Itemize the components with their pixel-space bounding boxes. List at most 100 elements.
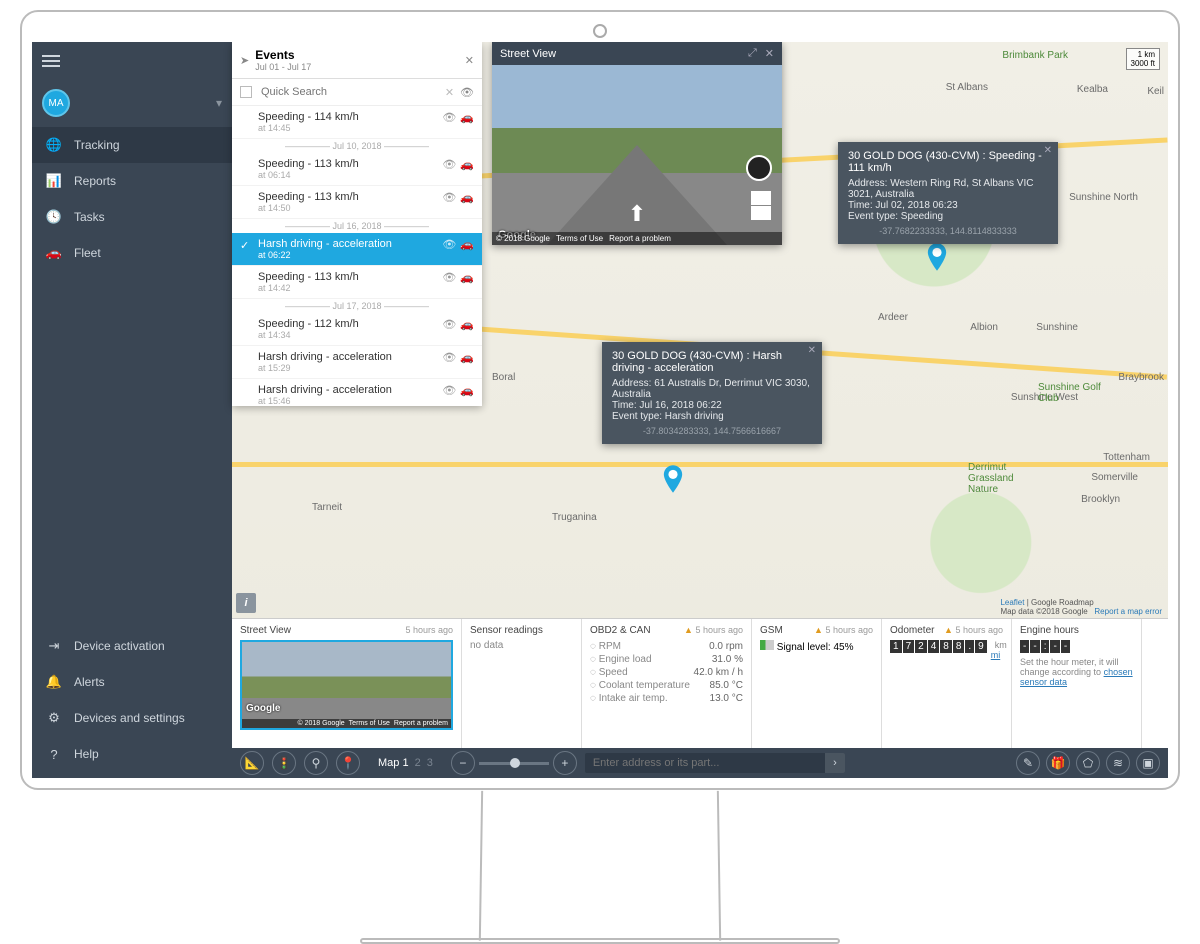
map-tab-2[interactable]: 2: [415, 757, 421, 769]
map-marker[interactable]: [926, 242, 948, 272]
leaflet-link[interactable]: Leaflet: [1000, 598, 1024, 607]
map-tabs: Map 1 2 3: [378, 757, 433, 769]
events-list[interactable]: Speeding - 114 km/hat 14:45👁🚗————— Jul 1…: [232, 106, 482, 406]
visibility-icon[interactable]: 👁: [442, 111, 456, 124]
popup-type: Event type: Speeding: [848, 211, 1048, 222]
nav-label: Devices and settings: [74, 711, 185, 725]
search-go-button[interactable]: ›: [825, 753, 845, 773]
event-popup-harsh: ✕ 30 GOLD DOG (430-CVM) : Harsh driving …: [602, 342, 822, 444]
gift-button[interactable]: 🎁: [1046, 751, 1070, 775]
zoom-in-button[interactable]: +: [553, 751, 577, 775]
location-button[interactable]: 📍: [336, 751, 360, 775]
layers-button[interactable]: ≋: [1106, 751, 1130, 775]
user-menu[interactable]: MA ▾: [32, 79, 232, 127]
map-tab-3[interactable]: 3: [427, 757, 433, 769]
map-label: Brooklyn: [1081, 494, 1120, 505]
widget-gsm[interactable]: GSM▲ 5 hours ago Signal level: 45%: [752, 619, 882, 748]
chevron-down-icon: ▾: [216, 96, 222, 110]
popup-time: Time: Jul 16, 2018 06:22: [612, 400, 812, 411]
menu-icon[interactable]: [42, 52, 60, 66]
nav-label: Tasks: [74, 210, 105, 224]
zoom-slider[interactable]: [479, 762, 549, 765]
nav-settings[interactable]: ⚙ Devices and settings: [32, 700, 232, 736]
popup-coords: -37.8034283333, 144.7566616667: [612, 426, 812, 436]
nav-label: Reports: [74, 174, 116, 188]
event-item[interactable]: Speeding - 114 km/hat 14:45👁🚗: [232, 106, 482, 139]
select-all-checkbox[interactable]: [240, 86, 252, 98]
map-marker-selected[interactable]: [662, 464, 684, 494]
widget-streetview[interactable]: Street View5 hours ago Google © 2018 Goo…: [232, 619, 462, 748]
close-icon[interactable]: ✕: [465, 54, 474, 67]
nav-device-activation[interactable]: ⇥ Device activation: [32, 628, 232, 664]
map-attribution: Leaflet | Google Roadmap Map data ©2018 …: [1000, 598, 1162, 616]
nav-label: Help: [74, 747, 99, 761]
visibility-icon[interactable]: 👁: [442, 191, 456, 204]
nav-reports[interactable]: 📊 Reports: [32, 163, 232, 199]
widget-odometer[interactable]: Odometer▲ 5 hours ago 172488.9 kmmi: [882, 619, 1012, 748]
visibility-icon[interactable]: 👁: [442, 158, 456, 171]
map-tab-1[interactable]: Map 1: [378, 757, 409, 769]
unit-toggle[interactable]: mi: [991, 650, 1007, 660]
close-icon[interactable]: ✕: [808, 345, 816, 356]
visibility-icon[interactable]: 👁: [442, 271, 456, 284]
visibility-icon[interactable]: 👁: [442, 351, 456, 364]
streetview-zoom: + −: [750, 190, 772, 221]
info-button[interactable]: i: [236, 593, 256, 613]
search-input[interactable]: [258, 83, 439, 101]
fullscreen-button[interactable]: ▣: [1136, 751, 1160, 775]
close-icon[interactable]: ✕: [765, 47, 774, 60]
event-item[interactable]: Speeding - 113 km/hat 06:14👁🚗: [232, 153, 482, 186]
widget-engine-hours[interactable]: Engine hours --:-- Set the hour meter, i…: [1012, 619, 1142, 748]
event-item[interactable]: Harsh driving - accelerationat 06:22👁🚗: [232, 233, 482, 266]
events-title: Events: [255, 48, 311, 62]
close-icon[interactable]: ✕: [1044, 145, 1052, 156]
event-item[interactable]: Speeding - 113 km/hat 14:50👁🚗: [232, 186, 482, 219]
clear-icon[interactable]: ✕: [445, 86, 454, 99]
report-link[interactable]: Report a problem: [609, 234, 671, 243]
map-label: Tarneit: [312, 502, 342, 513]
streetview-image[interactable]: ⬆ + − Google © 2018 Google Terms of Use …: [492, 65, 782, 245]
widget-streetview-image[interactable]: Google © 2018 GoogleTerms of UseReport a…: [240, 640, 453, 730]
compass-icon[interactable]: [746, 155, 772, 181]
event-item[interactable]: Harsh driving - accelerationat 15:46👁🚗: [232, 379, 482, 406]
sidebar: MA ▾ 🌐 Tracking 📊 Reports 🕓 Tasks 🚗 Flee…: [32, 42, 232, 778]
event-item[interactable]: Speeding - 112 km/hat 14:34👁🚗: [232, 313, 482, 346]
nav-tasks[interactable]: 🕓 Tasks: [32, 199, 232, 235]
event-item[interactable]: Harsh driving - accelerationat 15:29👁🚗: [232, 346, 482, 379]
map-label: Sunshine: [1036, 322, 1078, 333]
visibility-icon[interactable]: 👁: [442, 318, 456, 331]
expand-icon[interactable]: ⤢: [748, 47, 757, 60]
widget-sensor[interactable]: Sensor readings no data: [462, 619, 582, 748]
zoom-out-button[interactable]: −: [451, 751, 475, 775]
visibility-icon[interactable]: 👁: [442, 238, 456, 251]
nav-tracking[interactable]: 🌐 Tracking: [32, 127, 232, 163]
map-label: Sunshine North: [1069, 192, 1138, 203]
report-map-error[interactable]: Report a map error: [1094, 607, 1162, 616]
streetview-nav-arrow[interactable]: ⬆: [628, 201, 646, 227]
map-label: Keil: [1147, 86, 1164, 97]
zoom-out-button[interactable]: −: [751, 206, 771, 220]
nav-alerts[interactable]: 🔔 Alerts: [32, 664, 232, 700]
engine-hours-display: --:--: [1020, 640, 1133, 653]
ruler-button[interactable]: 📐: [240, 751, 264, 775]
nav-fleet[interactable]: 🚗 Fleet: [32, 235, 232, 271]
chart-icon: 📊: [46, 173, 62, 189]
nav-label: Fleet: [74, 246, 101, 260]
visibility-icon[interactable]: 👁: [460, 86, 474, 99]
popup-title: 30 GOLD DOG (430-CVM) : Harsh driving - …: [612, 350, 812, 374]
terms-link[interactable]: Terms of Use: [556, 234, 603, 243]
widget-obd[interactable]: OBD2 & CAN▲ 5 hours ago ◌ RPM0.0 rpm◌ En…: [582, 619, 752, 748]
zoom-in-button[interactable]: +: [751, 191, 771, 206]
geofence-button[interactable]: ⬠: [1076, 751, 1100, 775]
map-label: Kealba: [1077, 84, 1108, 95]
route-button[interactable]: ✎: [1016, 751, 1040, 775]
traffic-button[interactable]: 🚦: [272, 751, 296, 775]
streetview-title: Street View: [500, 48, 556, 60]
nav-help[interactable]: ? Help: [32, 736, 232, 772]
share-button[interactable]: ⚲: [304, 751, 328, 775]
location-arrow-icon[interactable]: ➤: [240, 54, 249, 67]
visibility-icon[interactable]: 👁: [442, 384, 456, 397]
nav-label: Tracking: [74, 138, 120, 152]
address-input[interactable]: [585, 753, 825, 773]
event-item[interactable]: Speeding - 113 km/hat 14:42👁🚗: [232, 266, 482, 299]
